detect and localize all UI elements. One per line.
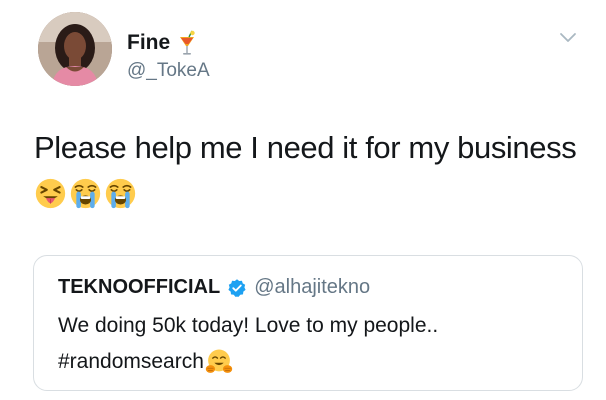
- author-handle[interactable]: @_TokeA: [127, 60, 210, 82]
- quoted-tweet[interactable]: TEKNOOFFICIAL @alhajitekno We doing 50k …: [33, 255, 583, 391]
- tweet-text: Please help me I need it for my business: [34, 130, 577, 165]
- quoted-tweet-hashtag-line: #randomsearch: [58, 348, 233, 376]
- author-name[interactable]: Fine: [127, 30, 196, 56]
- hashtag-link[interactable]: #randomsearch: [58, 350, 204, 374]
- quoted-author-name[interactable]: TEKNOOFFICIAL: [58, 276, 220, 299]
- avatar[interactable]: [38, 12, 112, 86]
- chevron-down-icon[interactable]: [558, 30, 578, 44]
- quoted-tweet-text: We doing 50k today! Love to my people..: [58, 314, 439, 337]
- author-name-text: Fine: [127, 31, 171, 54]
- loudly-crying-face-icon: [105, 178, 136, 209]
- quoted-author-handle[interactable]: @alhajitekno: [254, 276, 370, 299]
- tweet-emoji-row: [34, 177, 137, 210]
- quoted-tweet-header: TEKNOOFFICIAL @alhajitekno: [58, 276, 370, 299]
- tropical-drink-icon: [180, 30, 195, 55]
- tweet-card: Fine @_TokeA Please help me I need it fo…: [0, 0, 606, 400]
- verified-badge-icon: [228, 278, 246, 297]
- hugging-face-icon: [205, 349, 233, 373]
- loudly-crying-face-icon: [70, 178, 101, 209]
- squinting-tongue-icon: [35, 178, 66, 209]
